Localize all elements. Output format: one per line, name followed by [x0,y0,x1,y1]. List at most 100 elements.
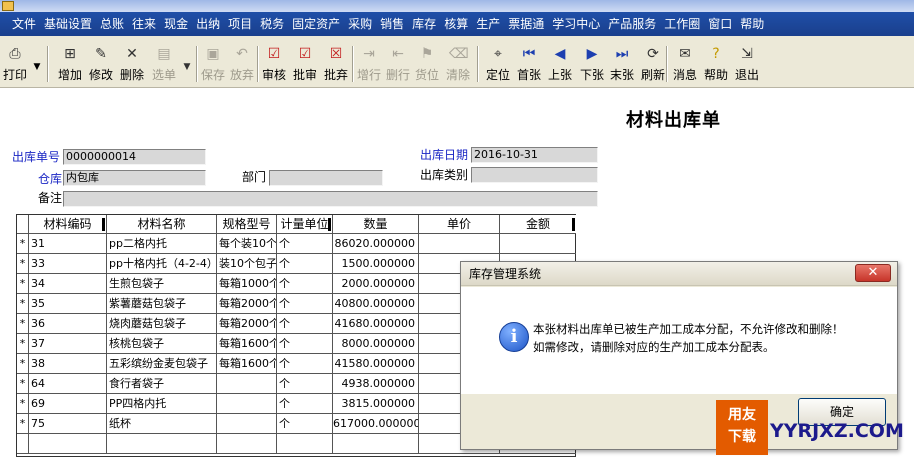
cell-name[interactable]: 烧肉蘑菇包袋子 [107,314,217,334]
cell-qty[interactable]: 41580.000000 [333,354,419,374]
save-button[interactable]: ▣ 保存 [198,45,228,85]
first-record-button[interactable]: ⏮ 首张 [514,45,544,85]
cell-spec[interactable]: 装10个包子 [217,254,277,274]
type-field[interactable] [471,167,598,183]
cell-qty[interactable]: 2000.000000 [333,274,419,294]
cell-name[interactable]: PP四格内托 [107,394,217,414]
grid-header-name[interactable]: 材料名称 [107,215,217,234]
batch-audit-button[interactable]: ☑ 批审 [290,45,320,85]
cell-qty[interactable]: 4938.000000 [333,374,419,394]
cell-spec[interactable]: 每箱2000个 [217,294,277,314]
cell-name[interactable]: pp十格内托（4-2-4） [107,254,217,274]
location-button[interactable]: ⚑ 货位 [412,45,442,85]
cell-code[interactable]: 75 [29,414,107,434]
cell-spec[interactable]: 每箱1600个 [217,354,277,374]
cell-unit[interactable]: 个 [277,334,333,354]
remark-field[interactable] [63,191,598,207]
cell-unit[interactable]: 个 [277,374,333,394]
menu-item-learning-center[interactable]: 学习中心 [548,12,604,36]
cell-unit[interactable]: 个 [277,274,333,294]
menu-item-cashier[interactable]: 出纳 [192,12,224,36]
cell-name[interactable]: 生煎包袋子 [107,274,217,294]
cell-name[interactable] [107,434,217,454]
menu-item-fixed-assets[interactable]: 固定资产 [288,12,344,36]
cell-amount[interactable] [500,234,576,254]
date-field[interactable]: 2016-10-31 [471,147,598,163]
cell-spec[interactable]: 每个装10个 [217,234,277,254]
cell-spec[interactable]: 每箱1600个 [217,334,277,354]
cell-qty[interactable]: 1500.000000 [333,254,419,274]
previous-record-button[interactable]: ◀ 上张 [545,45,575,85]
select-dropdown-arrow-icon[interactable]: ▼ [182,62,192,72]
cell-qty[interactable]: 8000.000000 [333,334,419,354]
delete-row-button[interactable]: ⇤ 删行 [383,45,413,85]
cell-price[interactable] [419,234,500,254]
dialog-close-button[interactable]: ✕ [855,264,891,282]
menu-item-file[interactable]: 文件 [8,12,40,36]
cell-unit[interactable] [277,434,333,454]
grid-header-unit[interactable]: 计量单位 [277,215,333,234]
cell-unit[interactable]: 个 [277,354,333,374]
audit-button[interactable]: ☑ 审核 [259,45,289,85]
cell-code[interactable]: 36 [29,314,107,334]
cell-spec[interactable] [217,374,277,394]
cell-unit[interactable]: 个 [277,254,333,274]
menu-item-production[interactable]: 生产 [472,12,504,36]
last-record-button[interactable]: ⏭ 末张 [607,45,637,85]
cell-code[interactable]: 35 [29,294,107,314]
cell-name[interactable]: 五彩缤纷金麦包袋子 [107,354,217,374]
cell-unit[interactable]: 个 [277,394,333,414]
print-button[interactable]: ⎙ 打印 [0,45,30,85]
cell-name[interactable]: 食行者袋子 [107,374,217,394]
cell-code[interactable]: 31 [29,234,107,254]
grid-header-price[interactable]: 单价 [419,215,500,234]
select-document-button[interactable]: ▤ 选单 [149,45,179,85]
cell-code[interactable] [29,434,107,454]
menu-item-window[interactable]: 窗口 [704,12,736,36]
edit-button[interactable]: ✎ 修改 [86,45,116,85]
exit-button[interactable]: ⇲ 退出 [732,45,762,85]
menu-item-bills[interactable]: 票据通 [504,12,548,36]
delete-button[interactable]: ✕ 删除 [117,45,147,85]
menu-item-receivables[interactable]: 往来 [128,12,160,36]
cell-spec[interactable]: 每箱1000个 [217,274,277,294]
locate-button[interactable]: ⌖ 定位 [483,45,513,85]
add-row-button[interactable]: ⇥ 增行 [354,45,384,85]
cell-name[interactable]: 纸杯 [107,414,217,434]
cell-code[interactable]: 34 [29,274,107,294]
menu-item-sales[interactable]: 销售 [376,12,408,36]
cell-qty[interactable]: 41680.000000 [333,314,419,334]
cell-name[interactable]: 紫薯蘑菇包袋子 [107,294,217,314]
cell-unit[interactable]: 个 [277,294,333,314]
menu-item-work-circle[interactable]: 工作圈 [660,12,704,36]
cell-code[interactable]: 64 [29,374,107,394]
cell-spec[interactable] [217,394,277,414]
cell-qty[interactable]: 86020.000000 [333,234,419,254]
dept-field[interactable] [269,170,383,186]
cell-qty[interactable]: 617000.000000 [333,414,419,434]
cell-qty[interactable]: 3815.000000 [333,394,419,414]
cell-unit[interactable]: 个 [277,314,333,334]
cell-code[interactable]: 37 [29,334,107,354]
cell-spec[interactable]: 每箱2000个 [217,314,277,334]
grid-header-spec[interactable]: 规格型号 [217,215,277,234]
cell-name[interactable]: 核桃包袋子 [107,334,217,354]
cell-code[interactable]: 38 [29,354,107,374]
cell-unit[interactable]: 个 [277,234,333,254]
grid-header-qty[interactable]: 数量 [333,215,419,234]
warehouse-field[interactable]: 内包库 [63,170,206,186]
menu-item-basic-settings[interactable]: 基础设置 [40,12,96,36]
menu-item-product-service[interactable]: 产品服务 [604,12,660,36]
message-button[interactable]: ✉ 消息 [670,45,700,85]
cell-spec[interactable] [217,414,277,434]
cell-unit[interactable]: 个 [277,414,333,434]
cell-qty[interactable] [333,434,419,454]
menu-item-accounting[interactable]: 核算 [440,12,472,36]
menu-item-inventory[interactable]: 库存 [408,12,440,36]
cell-code[interactable]: 33 [29,254,107,274]
refresh-button[interactable]: ⟳ 刷新 [638,45,668,85]
menu-item-general-ledger[interactable]: 总账 [96,12,128,36]
doc-no-field[interactable]: 0000000014 [63,149,206,165]
cell-qty[interactable]: 40800.000000 [333,294,419,314]
menu-item-purchase[interactable]: 采购 [344,12,376,36]
